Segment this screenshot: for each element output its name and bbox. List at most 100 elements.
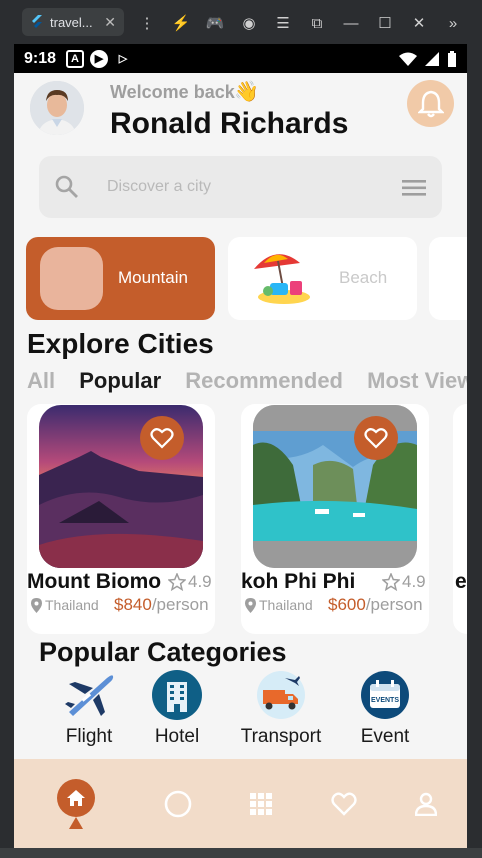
- home-icon: [67, 790, 85, 806]
- ide-bottom-bar: [0, 848, 482, 858]
- gamepad-icon[interactable]: 🎮: [198, 12, 232, 34]
- price-unit: /person: [151, 595, 209, 614]
- city-name: koh Phi Phi: [241, 570, 356, 593]
- status-time: 9:18: [24, 49, 57, 67]
- truck-icon: [257, 671, 305, 719]
- wave-hand-icon: 👋: [234, 81, 259, 103]
- play-circle-icon: ▶: [90, 49, 109, 68]
- city-rating: 4.9: [382, 572, 426, 592]
- beach-umbrella-icon: [254, 254, 310, 304]
- city-price: $840/person: [114, 595, 209, 615]
- nav-profile[interactable]: [411, 789, 441, 819]
- minimize-icon[interactable]: —: [334, 12, 368, 34]
- popular-categories-title: Popular Categories: [39, 637, 287, 667]
- category-label: Mountain: [118, 268, 188, 287]
- star-outline-icon: [382, 573, 400, 591]
- nav-favorites[interactable]: [329, 789, 359, 819]
- rating-value: 4.9: [188, 572, 212, 591]
- user-name: Ronald Richards: [110, 107, 349, 140]
- favorite-button[interactable]: [140, 416, 184, 460]
- nav-home[interactable]: [57, 779, 95, 817]
- city-location: Thailand: [245, 597, 313, 613]
- maximize-icon[interactable]: ☐: [368, 12, 402, 34]
- category-card-partial[interactable]: [429, 237, 467, 320]
- category-beach[interactable]: Beach: [228, 237, 417, 320]
- category-label: Flight: [65, 726, 113, 747]
- play-store-icon: ▷: [118, 53, 128, 65]
- signal-icon: [425, 51, 439, 66]
- location-pin-icon: [245, 597, 256, 613]
- category-mountain[interactable]: Mountain: [26, 237, 215, 320]
- hotel-icon: [152, 670, 202, 720]
- expand-icon[interactable]: »: [436, 12, 470, 34]
- category-event[interactable]: EVENTS Event: [340, 669, 430, 748]
- price-unit: /person: [365, 595, 423, 614]
- price-amount: $600: [328, 595, 366, 614]
- bell-icon: [417, 90, 444, 117]
- circle-icon: [164, 790, 192, 818]
- grid-icon: [250, 793, 272, 815]
- ide-left-strip: [0, 44, 14, 844]
- avatar[interactable]: [30, 81, 84, 135]
- nav-grid[interactable]: [246, 789, 276, 819]
- heart-outline-icon: [150, 428, 174, 449]
- heart-outline-icon: [364, 428, 388, 449]
- search-input[interactable]: Discover a city: [107, 178, 211, 196]
- tab-all[interactable]: All: [27, 368, 55, 393]
- notification-button[interactable]: [407, 80, 454, 127]
- category-label: Beach: [339, 268, 388, 287]
- nav-explore[interactable]: [163, 789, 193, 819]
- flutter-icon: [32, 15, 42, 28]
- location-text: Thailand: [45, 597, 99, 613]
- ide-right-strip: [468, 44, 482, 844]
- event-badge-text: EVENTS: [371, 697, 399, 704]
- profile-icon: [415, 792, 437, 816]
- window-toolbar: ⋮ ⚡ 🎮 ◉ ☰ ⧉ — ☐ ✕ »: [130, 12, 470, 34]
- tab-recommended[interactable]: Recommended: [185, 368, 343, 393]
- nav-active-indicator: [69, 817, 83, 829]
- price-amount: $840: [114, 595, 152, 614]
- rating-value: 4.9: [402, 572, 426, 591]
- explore-cities-title: Explore Cities: [27, 328, 214, 359]
- category-label: Event: [360, 726, 410, 747]
- city-location: Thailand: [31, 597, 99, 613]
- battery-icon: [448, 50, 456, 67]
- filter-menu-icon[interactable]: [402, 180, 426, 196]
- screenshot-icon[interactable]: ⧉: [300, 12, 334, 34]
- bottom-navigation: [14, 759, 467, 848]
- heart-icon: [331, 792, 357, 816]
- category-transport[interactable]: Transport: [236, 669, 326, 748]
- star-outline-icon: [168, 573, 186, 591]
- close-icon[interactable]: ✕: [402, 12, 436, 34]
- city-card[interactable]: Mount Biomo 4.9 Thailand $840/person: [27, 404, 215, 634]
- wifi-icon: [399, 52, 417, 66]
- window-tab[interactable]: travel... ✕: [22, 8, 124, 36]
- city-card-partial[interactable]: e: [453, 404, 467, 634]
- menu-icon[interactable]: ☰: [266, 12, 300, 34]
- search-bar[interactable]: Discover a city: [39, 156, 442, 218]
- flutter-hot-reload-icon[interactable]: ⚡: [164, 12, 198, 34]
- tab-close-icon[interactable]: ✕: [104, 14, 116, 31]
- welcome-text: Welcome back: [110, 82, 235, 102]
- favorite-button[interactable]: [354, 416, 398, 460]
- category-label: Transport: [240, 726, 322, 747]
- tab-most-view[interactable]: Most View: [367, 368, 467, 393]
- city-card[interactable]: koh Phi Phi 4.9 Thailand $600/person: [241, 404, 429, 634]
- tab-popular[interactable]: Popular: [79, 368, 161, 393]
- notification-a-icon: A: [66, 49, 85, 68]
- city-price: $600/person: [328, 595, 423, 615]
- category-flight[interactable]: Flight: [44, 669, 134, 748]
- category-hotel[interactable]: Hotel: [132, 669, 222, 748]
- mountain-thumbnail: [40, 247, 103, 310]
- city-rating: 4.9: [168, 572, 212, 592]
- status-bar: 9:18 A ▶ ▷: [14, 44, 467, 73]
- category-label: Hotel: [154, 726, 200, 747]
- more-vert-icon[interactable]: ⋮: [130, 12, 164, 34]
- explore-tabs: All Popular Recommended Most View: [27, 368, 467, 394]
- account-icon[interactable]: ◉: [232, 12, 266, 34]
- location-text: Thailand: [259, 597, 313, 613]
- window-tab-title: travel...: [50, 14, 93, 30]
- location-pin-icon: [31, 597, 42, 613]
- window-titlebar: travel... ✕ ⋮ ⚡ 🎮 ◉ ☰ ⧉ — ☐ ✕ »: [0, 0, 482, 44]
- airplane-icon: [65, 675, 114, 716]
